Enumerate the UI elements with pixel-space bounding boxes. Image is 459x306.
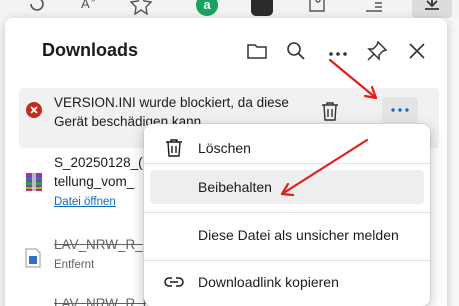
search-icon[interactable] (284, 39, 308, 63)
more-icon[interactable] (326, 39, 350, 63)
item-1-line1: VERSION.INI wurde blockiert, da diese (54, 95, 289, 110)
menu-separator (144, 212, 430, 213)
extension-green-icon[interactable]: a (196, 0, 218, 16)
favorite-icon[interactable] (130, 0, 152, 15)
archive-icon (25, 172, 43, 192)
menu-item-report-unsafe[interactable]: Diese Datei als unsicher melden (150, 218, 424, 252)
link-icon (164, 272, 184, 292)
item-3-line1: LAV_NRW_R_ (54, 237, 143, 252)
folder-icon[interactable] (245, 39, 269, 63)
panel-title: Downloads (42, 40, 139, 60)
menu-item-copy-link-label: Downloadlink kopieren (198, 274, 339, 290)
svg-text:A: A (81, 0, 90, 11)
item-3-status: Entfernt (54, 259, 95, 271)
trash-icon (164, 138, 184, 158)
extension-dark-icon[interactable] (251, 0, 273, 16)
refresh-icon[interactable] (26, 0, 48, 15)
browser-toolbar: A» a (0, 0, 459, 18)
downloads-icon[interactable] (421, 0, 443, 15)
item-2-line2: tellung_vom_ (54, 174, 135, 189)
menu-item-delete-label: Löschen (198, 140, 251, 156)
row-delete-icon[interactable] (319, 100, 343, 124)
item-context-menu: Löschen Beibehalten Diese Datei als unsi… (144, 124, 430, 306)
error-icon (26, 102, 42, 118)
menu-item-report-unsafe-label: Diese Datei als unsicher melden (198, 227, 399, 243)
menu-item-copy-link[interactable]: Downloadlink kopieren (150, 265, 424, 299)
item-2-line1: S_20250128_( (54, 155, 143, 170)
close-icon[interactable] (405, 39, 429, 63)
open-file-link[interactable]: Datei öffnen (54, 196, 116, 208)
document-icon (25, 248, 41, 268)
menu-item-keep-label: Beibehalten (198, 179, 272, 195)
menu-separator (144, 163, 430, 164)
pin-icon[interactable] (365, 39, 389, 63)
favorites-bar-icon[interactable] (362, 0, 384, 15)
menu-item-delete[interactable]: Löschen (150, 131, 424, 165)
menu-separator (144, 260, 430, 261)
read-aloud-icon[interactable]: A» (78, 0, 100, 15)
extensions-icon[interactable] (306, 0, 328, 15)
svg-text:»: » (91, 0, 96, 4)
menu-item-keep[interactable]: Beibehalten (150, 170, 424, 204)
row-more-button[interactable] (382, 97, 418, 123)
